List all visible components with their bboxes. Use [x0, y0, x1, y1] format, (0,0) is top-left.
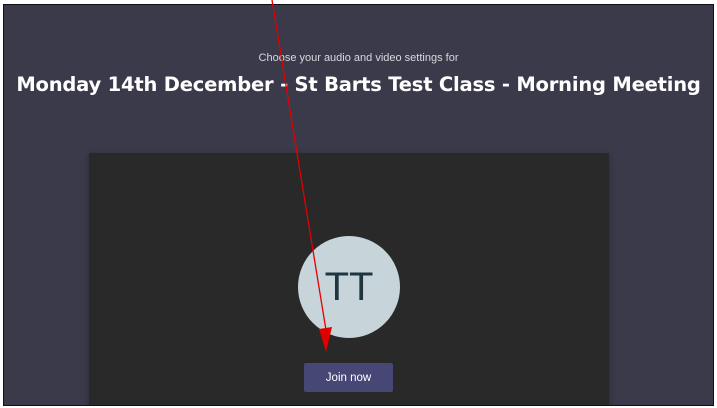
- prejoin-screen: Choose your audio and video settings for…: [3, 4, 714, 406]
- join-now-button[interactable]: Join now: [304, 363, 393, 392]
- video-preview: TT Join now: [89, 153, 609, 405]
- meeting-title: Monday 14th December - St Barts Test Cla…: [16, 73, 701, 96]
- prejoin-subtitle: Choose your audio and video settings for: [258, 52, 459, 64]
- avatar: TT: [298, 236, 400, 338]
